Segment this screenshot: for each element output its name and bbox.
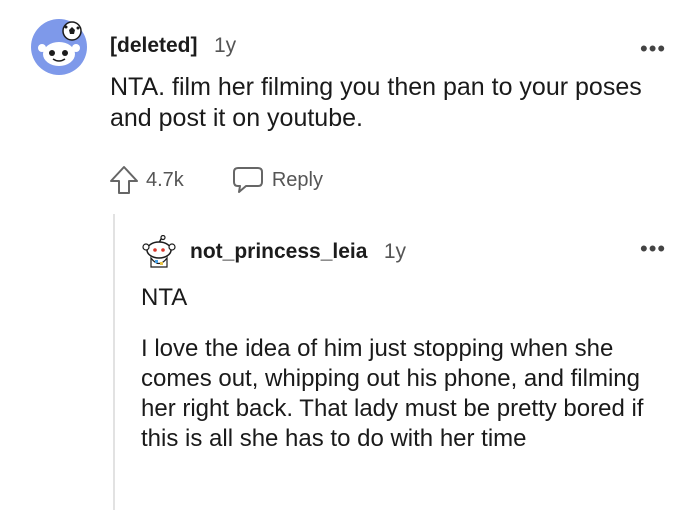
reply-label: Reply [271,168,323,191]
reply-button[interactable]: Reply [232,165,323,195]
upvote-arrow-icon [110,166,138,194]
reply-avatar[interactable] [142,234,176,271]
reply-paragraph: I love the idea of him just stopping whe… [141,335,644,452]
username[interactable]: not_princess_leia [190,240,367,263]
comment-actions: 4.7k Reply [108,164,323,196]
more-options-icon[interactable]: ••• [640,38,666,60]
comment-age: 1y [213,34,237,57]
username[interactable]: [deleted] [110,34,198,57]
comment-age: 1y [383,240,407,263]
snoo-avatar-icon [142,234,176,268]
thread-line[interactable] [113,214,115,510]
snoo-avatar-icon [31,19,87,75]
reply-header: not_princess_leia 1y [190,240,406,264]
avatar[interactable] [30,18,88,76]
more-options-icon[interactable]: ••• [640,238,666,260]
reply-bubble-icon [232,167,263,193]
reply-paragraph: NTA [141,284,188,311]
comment-header: [deleted] 1y [110,34,236,58]
comment-body: NTA. film her filming you then pan to yo… [110,73,642,132]
vote-count: 4.7k [146,168,184,191]
upvote-button[interactable] [108,164,140,196]
